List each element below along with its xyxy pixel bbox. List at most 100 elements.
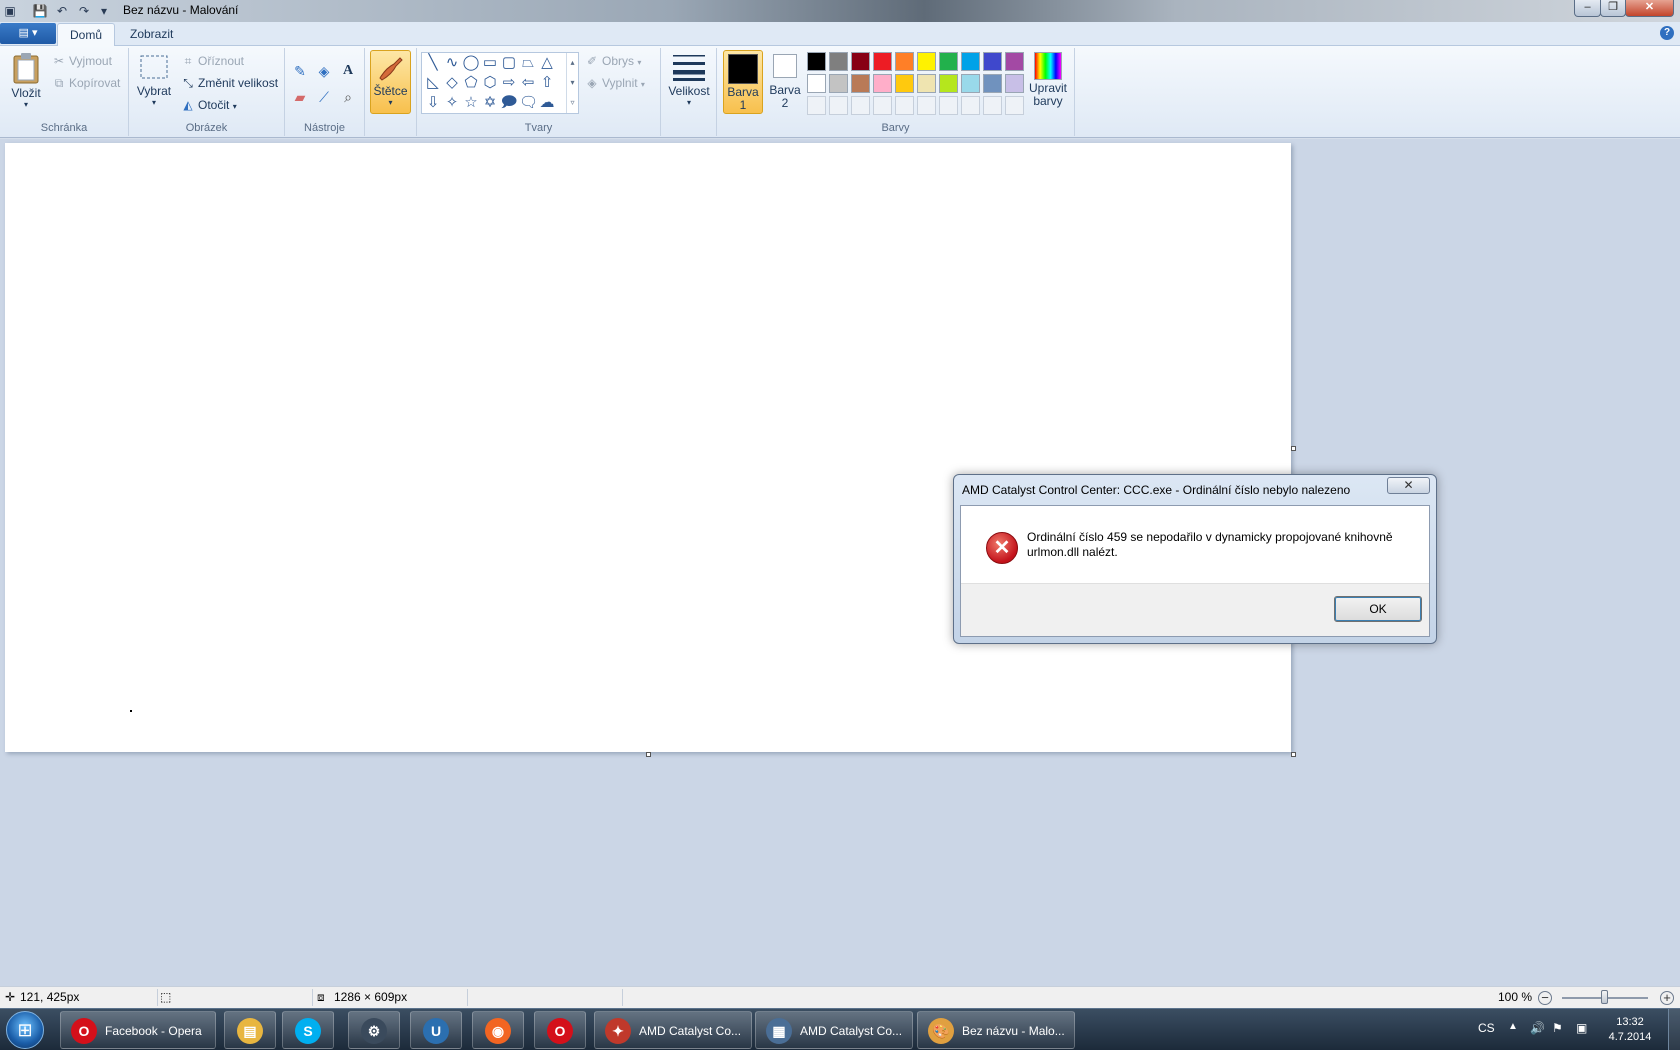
taskbar-button[interactable]: ▦ AMD Catalyst Co... [755, 1011, 913, 1049]
taskbar-button[interactable]: U [410, 1011, 462, 1049]
eraser-icon[interactable]: ▰ [289, 86, 311, 108]
zoom-slider-thumb[interactable] [1601, 990, 1608, 1004]
custom-color-slot[interactable] [829, 96, 848, 115]
arrow-right-shape-icon[interactable]: ⇨ [500, 74, 518, 92]
rectangle-shape-icon[interactable]: ▭ [481, 54, 499, 72]
close-button[interactable]: ✕ [1625, 0, 1674, 17]
paste-button[interactable]: Vložit ▾ [8, 52, 44, 109]
tab-view[interactable]: Zobrazit [118, 23, 185, 46]
rect-callout-shape-icon[interactable]: 🗩 [500, 94, 518, 112]
custom-color-slot[interactable] [961, 96, 980, 115]
color-swatch[interactable] [983, 74, 1002, 93]
fill-bucket-icon[interactable]: ◈ [313, 60, 335, 82]
taskbar-button[interactable]: O [534, 1011, 586, 1049]
arrow-down-shape-icon[interactable]: ⇩ [424, 94, 442, 112]
color-swatch[interactable] [917, 52, 936, 71]
triangle-shape-icon[interactable]: △ [538, 54, 556, 72]
color-swatch[interactable] [807, 74, 826, 93]
zoom-out-button[interactable]: − [1538, 991, 1552, 1005]
undo-icon[interactable]: ↶ [54, 3, 70, 19]
volume-icon[interactable]: 🔊 [1530, 1021, 1545, 1035]
network-icon[interactable]: ▣ [1576, 1021, 1587, 1035]
drawing-canvas[interactable] [5, 143, 1291, 752]
rotate-button[interactable]: ◭ Otočit ▾ [181, 98, 236, 112]
brushes-button[interactable]: Štětce ▾ [370, 50, 411, 114]
help-icon[interactable]: ? [1660, 26, 1674, 40]
minimize-button[interactable]: – [1574, 0, 1601, 17]
custom-color-slot[interactable] [917, 96, 936, 115]
custom-color-slot[interactable] [873, 96, 892, 115]
color-swatch[interactable] [1005, 74, 1024, 93]
clock[interactable]: 13:32 4.7.2014 [1600, 1015, 1660, 1045]
size-button[interactable]: Velikost ▾ [666, 52, 712, 107]
polygon-shape-icon[interactable]: ⏢ [519, 54, 537, 72]
taskbar-button[interactable]: O Facebook - Opera [60, 1011, 216, 1049]
resize-handle-corner[interactable] [1291, 752, 1296, 757]
color-swatch[interactable] [829, 52, 848, 71]
custom-color-slot[interactable] [807, 96, 826, 115]
tray-expand-icon[interactable]: ▲ [1508, 1021, 1518, 1032]
redo-icon[interactable]: ↷ [76, 3, 92, 19]
color-swatch[interactable] [939, 52, 958, 71]
custom-color-slot[interactable] [1005, 96, 1024, 115]
pentagon-shape-icon[interactable]: ⬠ [462, 74, 480, 92]
color2-button[interactable]: Barva 2 [766, 54, 804, 110]
resize-handle-bottom[interactable] [646, 752, 651, 757]
taskbar-button[interactable]: ◉ [472, 1011, 524, 1049]
cut-button[interactable]: ✂ Vyjmout [52, 54, 112, 68]
star4-shape-icon[interactable]: ✧ [443, 94, 461, 112]
crop-button[interactable]: ⌗ Oříznout [181, 54, 244, 69]
taskbar-button[interactable]: ▤ [224, 1011, 276, 1049]
save-icon[interactable]: 💾 [32, 3, 48, 19]
language-indicator[interactable]: CS [1478, 1021, 1495, 1035]
resize-button[interactable]: ⤡ Změnit velikost [181, 76, 278, 91]
action-center-icon[interactable]: ⚑ [1552, 1021, 1563, 1035]
line-shape-icon[interactable]: ╲ [424, 54, 442, 72]
color-swatch[interactable] [829, 74, 848, 93]
arrow-left-shape-icon[interactable]: ⇦ [519, 74, 537, 92]
color-swatch[interactable] [961, 74, 980, 93]
ok-button[interactable]: OK [1334, 596, 1422, 622]
rounded-rect-shape-icon[interactable]: ▢ [500, 54, 518, 72]
hexagon-shape-icon[interactable]: ⬡ [481, 74, 499, 92]
taskbar-button[interactable]: ⚙ [348, 1011, 400, 1049]
color-swatch[interactable] [895, 74, 914, 93]
custom-color-slot[interactable] [895, 96, 914, 115]
customize-quick-access-icon[interactable]: ▾ [96, 3, 112, 19]
custom-color-slot[interactable] [939, 96, 958, 115]
color-swatch[interactable] [939, 74, 958, 93]
color-swatch[interactable] [807, 52, 826, 71]
color-swatch[interactable] [961, 52, 980, 71]
taskbar-button[interactable]: 🎨 Bez názvu - Malo... [917, 1011, 1075, 1049]
edit-colors-button[interactable]: Upravit barvy [1025, 52, 1071, 108]
color-swatch[interactable] [917, 74, 936, 93]
cloud-callout-shape-icon[interactable]: ☁ [538, 94, 556, 112]
paint-app-icon[interactable]: ▣ [2, 3, 18, 19]
oval-shape-icon[interactable]: ◯ [462, 54, 480, 72]
right-triangle-shape-icon[interactable]: ◺ [424, 74, 442, 92]
custom-color-slot[interactable] [983, 96, 1002, 115]
text-tool-icon[interactable]: A [337, 60, 359, 82]
taskbar-button[interactable]: ✦ AMD Catalyst Co... [594, 1011, 752, 1049]
diamond-shape-icon[interactable]: ◇ [443, 74, 461, 92]
maximize-button[interactable]: ❐ [1600, 0, 1626, 17]
start-button[interactable]: ⊞ [6, 1011, 44, 1049]
color-picker-icon[interactable]: ⟋ [313, 86, 335, 108]
outline-button[interactable]: ✐ Obrys ▾ [585, 54, 641, 68]
star5-shape-icon[interactable]: ☆ [462, 94, 480, 112]
taskbar-button[interactable]: S [282, 1011, 334, 1049]
magnifier-icon[interactable]: ⌕ [337, 86, 359, 108]
pencil-icon[interactable]: ✎ [289, 60, 311, 82]
zoom-in-button[interactable]: + [1660, 991, 1674, 1005]
arrow-up-shape-icon[interactable]: ⇧ [538, 74, 556, 92]
star6-shape-icon[interactable]: ✡ [481, 94, 499, 112]
oval-callout-shape-icon[interactable]: 🗨 [519, 94, 538, 112]
color-swatch[interactable] [895, 52, 914, 71]
select-button[interactable]: Vybrat ▾ [135, 54, 173, 107]
dialog-close-button[interactable]: ✕ [1387, 477, 1430, 494]
curve-shape-icon[interactable]: ∿ [443, 54, 461, 72]
color-swatch[interactable] [851, 74, 870, 93]
copy-button[interactable]: ⧉ Kopírovat [52, 76, 121, 91]
custom-color-slot[interactable] [851, 96, 870, 115]
shapes-scroll[interactable]: ▴ ▾ ▿ [566, 53, 578, 113]
